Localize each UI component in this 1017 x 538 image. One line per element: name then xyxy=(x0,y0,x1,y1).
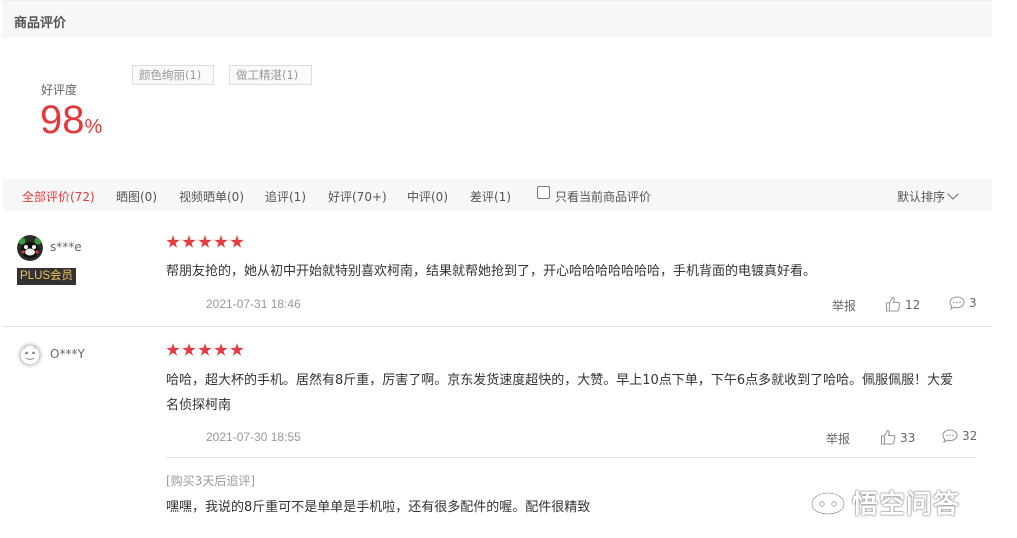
watermark: 悟空问答 xyxy=(810,484,960,521)
section-header: 商品评价 xyxy=(2,0,992,38)
followup-divider xyxy=(166,457,976,458)
like-count: 33 xyxy=(900,431,916,445)
username: s***e xyxy=(50,240,82,254)
report-button[interactable]: 举报 xyxy=(826,430,850,447)
report-button[interactable]: 举报 xyxy=(832,297,856,314)
sort-label: 默认排序 xyxy=(897,190,946,204)
thumbs-up-icon xyxy=(885,296,901,312)
comment-count: 32 xyxy=(962,429,978,443)
star-icon xyxy=(166,235,180,248)
filter-all[interactable]: 全部评价(72) xyxy=(22,188,95,205)
like-count: 12 xyxy=(905,298,921,312)
rating-unit: % xyxy=(84,116,103,138)
only-current-label[interactable]: 只看当前商品评价 xyxy=(555,188,651,205)
wukong-logo-icon xyxy=(810,491,846,515)
star-icon xyxy=(230,343,244,356)
followup-label: [购买3天后追评] xyxy=(166,474,255,488)
comment-button[interactable]: 32 xyxy=(942,429,977,443)
review-date: 2021-07-31 18:46 xyxy=(206,297,301,311)
comment-icon xyxy=(942,429,958,443)
user-avatar[interactable] xyxy=(17,342,43,368)
review-date: 2021-07-30 18:55 xyxy=(206,430,301,444)
star-rating xyxy=(166,235,244,249)
like-button[interactable]: 12 xyxy=(885,296,920,312)
filter-photos[interactable]: 晒图(0) xyxy=(116,188,157,205)
filter-followup[interactable]: 追评(1) xyxy=(265,188,306,205)
filter-bar: 全部评价(72) 晒图(0) 视频晒单(0) 追评(1) 好评(70+) 中评(… xyxy=(2,179,992,211)
filter-videos[interactable]: 视频晒单(0) xyxy=(179,188,244,205)
thumbs-up-icon xyxy=(880,429,896,445)
rating-label: 好评度 xyxy=(41,83,78,97)
star-icon xyxy=(230,235,244,248)
star-icon xyxy=(214,343,228,356)
tag-color[interactable]: 颜色绚丽(1) xyxy=(132,65,214,85)
watermark-text: 悟空问答 xyxy=(852,490,961,520)
comment-icon xyxy=(949,296,965,310)
filter-negative[interactable]: 差评(1) xyxy=(470,188,511,205)
chevron-down-icon xyxy=(947,188,959,200)
star-rating xyxy=(166,343,244,357)
plus-member-badge: PLUS会员 xyxy=(17,268,77,285)
rating-value: 98% xyxy=(40,98,103,142)
star-icon xyxy=(198,235,212,248)
followup-text: 嘿嘿，我说的8斤重可不是单单是手机啦，还有很多配件的喔。配件很精致 xyxy=(166,500,591,515)
sort-dropdown[interactable]: 默认排序 xyxy=(897,188,959,205)
comment-button[interactable]: 3 xyxy=(949,296,977,310)
review-text: 哈哈，超大杯的手机。居然有8斤重，厉害了啊。京东发货速度超快的，大赞。早上10点… xyxy=(166,373,954,413)
star-icon xyxy=(214,235,228,248)
comment-count: 3 xyxy=(969,296,977,310)
star-icon xyxy=(166,343,180,356)
star-icon xyxy=(182,235,196,248)
star-icon xyxy=(198,343,212,356)
section-title: 商品评价 xyxy=(14,16,67,31)
user-avatar[interactable] xyxy=(17,235,43,261)
tag-craftsmanship[interactable]: 做工精湛(1) xyxy=(229,65,312,85)
only-current-checkbox[interactable] xyxy=(537,186,550,199)
review-divider xyxy=(2,326,992,327)
star-icon xyxy=(182,343,196,356)
filter-neutral[interactable]: 中评(0) xyxy=(407,188,448,205)
filter-positive[interactable]: 好评(70+) xyxy=(328,188,387,205)
like-button[interactable]: 33 xyxy=(880,429,915,445)
review-text: 帮朋友抢的，她从初中开始就特别喜欢柯南，结果就帮她抢到了，开心哈哈哈哈哈哈哈，手… xyxy=(166,264,817,279)
username: O***Y xyxy=(50,347,85,361)
